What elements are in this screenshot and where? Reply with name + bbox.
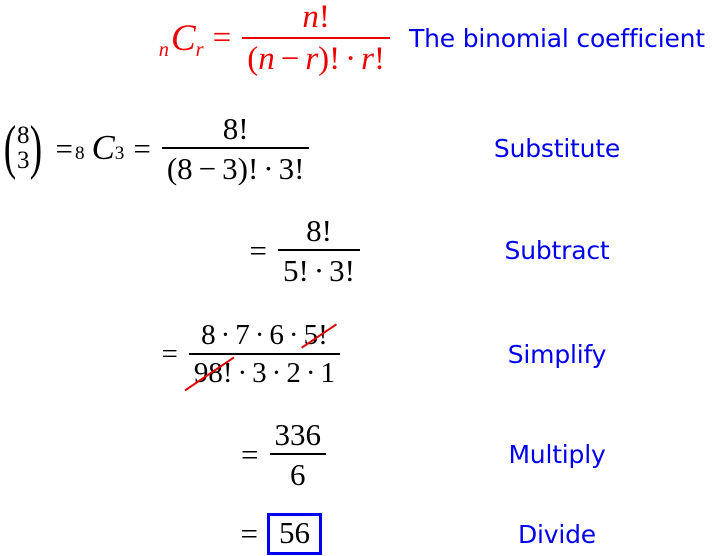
numerator-n: n <box>302 0 319 35</box>
multiply-denominator: 6 <box>290 456 306 492</box>
binom-top: 8 <box>16 121 30 149</box>
step-label-substitute: Substitute <box>493 133 621 163</box>
step-label-subtract: Subtract <box>504 235 610 265</box>
ncr-r-value: 3 <box>114 143 125 165</box>
simplify-numerator: 8 · 7 · 6 · 5! <box>196 318 333 353</box>
row-subtract: = 8! 5! · 3! Subtract <box>0 212 714 288</box>
den-8: 8 <box>177 150 193 186</box>
minus-sign: − <box>198 150 217 186</box>
multiplication-dot-2: · <box>254 318 265 351</box>
formula-numerator: n! <box>297 0 335 37</box>
paren-open: ( <box>166 150 178 186</box>
multiplication-dot-2: · <box>271 356 282 389</box>
substitute-fraction: 8! (8−3)! · 3! <box>161 110 310 184</box>
binom-bottom: 3 <box>16 147 30 174</box>
den-factorial-1: ! <box>329 40 341 77</box>
simplify-expression: = 8 · 7 · 6 · 5! 98! · 3 · 2 · 1 <box>0 318 400 388</box>
multiplication-dot-3: · <box>305 356 316 389</box>
multiply-fraction: 336 6 <box>269 416 326 492</box>
den-factorial-2: ! <box>344 252 355 288</box>
equals-sign: = <box>240 516 258 552</box>
den-factorial-1: ! <box>298 252 309 288</box>
den-5: 5 <box>283 252 299 288</box>
num-6: 6 <box>269 318 284 351</box>
math-worksheet: nCr = n! (n − r)! · r! The binomial coeffici… <box>0 0 714 556</box>
cancelled-denominator-factorial: 98! <box>193 356 233 389</box>
multiply-expression: = 336 6 <box>0 419 400 490</box>
minus-sign: − <box>280 40 300 77</box>
den-r: r <box>305 40 319 77</box>
den-factorial-1: ! <box>247 150 259 186</box>
binom-stack: 8 3 <box>16 121 30 174</box>
label-subtract-wrap: Subtract <box>400 236 714 265</box>
simplify-denominator: 98! · 3 · 2 · 1 <box>189 355 340 388</box>
den-r2: r <box>361 40 374 77</box>
paren-open: ( <box>247 40 259 77</box>
row-divide: = 56 Divide <box>0 512 714 556</box>
num-8: 8 <box>201 318 216 351</box>
simplify-fraction: 8 · 7 · 6 · 5! 98! · 3 · 2 · 1 <box>188 318 340 388</box>
final-answer-box: 56 <box>267 512 322 556</box>
substitute-denominator: (8−3)! · 3! <box>162 149 310 184</box>
equals-sign: = <box>241 436 259 472</box>
cancelled-numerator-factorial: 5! <box>303 318 328 351</box>
den-n: n <box>258 40 275 77</box>
den-3: 3 <box>329 252 345 288</box>
row-simplify: = 8 · 7 · 6 · 5! 98! · 3 · 2 · 1 Simplify <box>0 312 714 396</box>
equals-sign-1: = <box>55 130 73 166</box>
subtract-fraction: 8! 5! · 3! <box>278 215 360 286</box>
numerator-factorial: ! <box>318 0 330 35</box>
equals-sign: = <box>212 19 232 56</box>
row-multiply: = 336 6 Multiply <box>0 418 714 490</box>
multiplication-dot: · <box>345 40 357 77</box>
ncr-n-subscript: n <box>158 38 169 61</box>
den-3: 3 <box>252 356 267 389</box>
paren-close: ) <box>237 150 248 186</box>
binom-paren-close: ) <box>30 114 43 181</box>
den-3: 3 <box>222 150 238 186</box>
label-multiply-wrap: Multiply <box>400 440 714 469</box>
paren-close: ) <box>318 40 330 77</box>
binom-paren-open: ( <box>3 114 17 181</box>
equals-sign: = <box>249 232 268 268</box>
equals-sign-2: = <box>133 130 151 166</box>
multiplication-dot: · <box>263 150 274 186</box>
step-label-simplify: Simplify <box>507 339 607 369</box>
ncr-n-value: 8 <box>74 143 85 165</box>
subtract-denominator: 5! · 3! <box>278 251 360 286</box>
multiplication-dot-3: · <box>288 318 299 351</box>
row-formula: nCr = n! (n − r)! · r! The binomial coeffici… <box>0 0 714 76</box>
multiply-numerator: 336 <box>274 416 322 452</box>
den-2: 2 <box>286 356 301 389</box>
den-3b: 3 <box>278 150 295 186</box>
label-simplify-wrap: Simplify <box>400 340 714 369</box>
formula-expression: nCr = n! (n − r)! · r! <box>0 0 400 76</box>
den-1: 1 <box>320 356 336 389</box>
divide-expression: = 56 <box>0 512 400 556</box>
den-factorial-2: ! <box>294 150 305 186</box>
label-divide-wrap: Divide <box>400 520 714 549</box>
num-7: 7 <box>235 318 250 351</box>
formula-denominator: (n − r)! · r! <box>242 39 390 76</box>
step-label-multiply: Multiply <box>508 439 606 469</box>
multiplication-dot: · <box>313 252 325 288</box>
row-substitute: ( 8 3 ) = 8 C 3 = 8! (8−3)! · 3! Substit… <box>0 110 714 186</box>
substitute-expression: ( 8 3 ) = 8 C 3 = 8! (8−3)! · 3! <box>0 113 400 184</box>
binomial-notation: ( 8 3 ) <box>0 114 46 181</box>
substitute-numerator: 8! <box>222 110 249 146</box>
multiplication-dot-1: · <box>237 356 248 389</box>
equals-sign: = <box>161 337 178 370</box>
formula-fraction: n! (n − r)! · r! <box>242 0 390 76</box>
step-label-divide: Divide <box>518 519 596 549</box>
multiplication-dot-1: · <box>220 318 231 351</box>
ncr-c-letter: C <box>91 127 115 167</box>
step-label-formula: The binomial coefficient <box>409 23 705 53</box>
den-factorial-2: ! <box>374 40 385 77</box>
ncr-r-subscript: r <box>195 38 204 61</box>
label-substitute-wrap: Substitute <box>400 134 714 163</box>
subtract-numerator: 8! <box>306 212 332 248</box>
ncr-c: C <box>170 16 196 58</box>
label-formula-wrap: The binomial coefficient <box>400 24 714 53</box>
subtract-expression: = 8! 5! · 3! <box>0 215 400 286</box>
